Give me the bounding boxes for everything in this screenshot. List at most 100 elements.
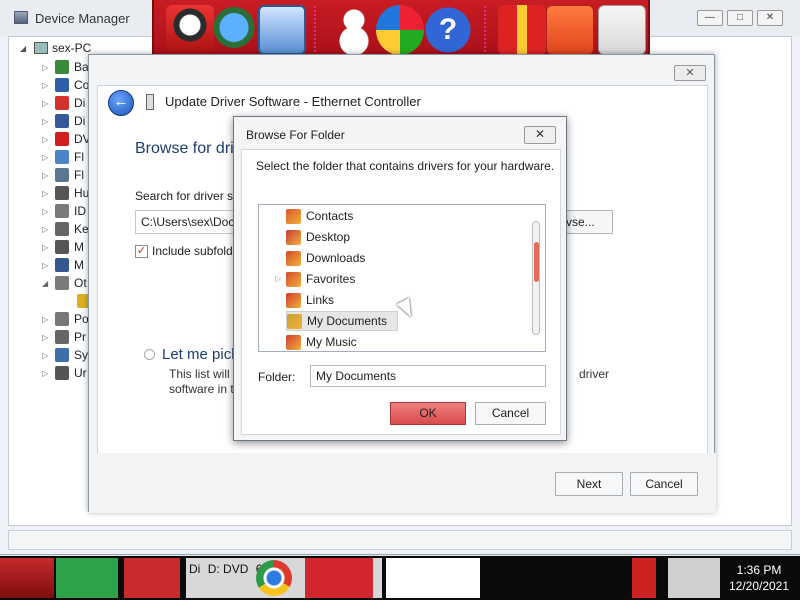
folder-tree-scrollbar[interactable]: [532, 221, 540, 335]
device-tree-item[interactable]: ▷ Fl: [42, 166, 84, 184]
snowman-icon[interactable]: [330, 5, 378, 55]
update-driver-close-button[interactable]: ✕: [674, 65, 706, 81]
device-tree-item[interactable]: ▷ DV: [42, 130, 91, 148]
chevron-right-icon[interactable]: ▷: [42, 171, 50, 180]
device-tree-item[interactable]: ▷ Ur: [42, 364, 87, 382]
internet-explorer-icon[interactable]: [56, 558, 118, 598]
device-tree-item-label: Ur: [74, 366, 87, 380]
browse-instruction: Select the folder that contains drivers …: [256, 159, 555, 173]
ok-button[interactable]: OK: [390, 402, 466, 425]
chevron-right-icon[interactable]: ▷: [42, 153, 50, 162]
chevron-right-icon[interactable]: ▷: [42, 99, 50, 108]
device-tree-item[interactable]: ▷ ID: [42, 202, 86, 220]
device-tree-item[interactable]: ▷ Po: [42, 310, 89, 328]
folder-tree-item[interactable]: ▷ Favorites: [275, 269, 355, 289]
tree-root-node[interactable]: ◢ sex-PC: [20, 40, 91, 56]
chevron-right-icon[interactable]: ▷: [42, 243, 50, 252]
device-tree-item[interactable]: ▷ Hu: [42, 184, 89, 202]
speaker-icon: [55, 60, 69, 74]
tray-flag-icon[interactable]: [632, 558, 656, 598]
cancel-button[interactable]: Cancel: [630, 472, 698, 496]
device-tree-item-label: Po: [74, 312, 89, 326]
system-clock[interactable]: 1:36 PM 12/20/2021: [724, 562, 794, 594]
folder-tree-item[interactable]: Desktop: [286, 227, 350, 247]
chevron-right-icon[interactable]: ▷: [42, 81, 50, 90]
scrollbar-thumb[interactable]: [534, 242, 539, 282]
let-me-pick-label[interactable]: Let me pick: [162, 346, 239, 363]
toolbox-icon[interactable]: [124, 558, 180, 598]
folder-input[interactable]: My Documents: [310, 365, 546, 387]
taskbar-blank-item[interactable]: [386, 558, 480, 598]
computer-icon: [55, 78, 69, 92]
device-tree-item[interactable]: ▷ Di: [42, 94, 85, 112]
device-tree-item-label: M: [74, 258, 84, 272]
device-tree-item-label: Ke: [74, 222, 89, 236]
minimize-button[interactable]: —: [697, 10, 723, 26]
chevron-right-icon[interactable]: ▷: [42, 333, 50, 342]
recycle-bin-icon[interactable]: [598, 5, 646, 55]
folder-tree-item[interactable]: Links: [286, 290, 334, 310]
chevron-right-icon[interactable]: ▷: [42, 135, 50, 144]
back-arrow-icon[interactable]: ←: [108, 90, 134, 116]
folder-tree-item[interactable]: My Documents: [286, 311, 399, 331]
device-tree-item[interactable]: ▷ Pr: [42, 328, 86, 346]
system-icon: [55, 348, 69, 362]
santa-computer-icon[interactable]: [166, 5, 214, 55]
tray-network-icon[interactable]: [668, 558, 720, 598]
include-subfolders-checkbox[interactable]: ✓ Include subfold: [135, 244, 233, 258]
help-icon[interactable]: ?: [424, 5, 472, 55]
processor-icon: [55, 330, 69, 344]
device-tree-item-label: Sy: [74, 348, 89, 362]
folder-tree-item-label: Desktop: [306, 230, 351, 244]
device-tree-item[interactable]: ◢ Ot: [42, 274, 87, 292]
chevron-right-icon[interactable]: ▷: [42, 351, 50, 360]
let-me-pick-option[interactable]: Let me pick: [144, 346, 239, 363]
device-tree-item[interactable]: ▷ Ke: [42, 220, 89, 238]
device-tree-item[interactable]: ▷ Co: [42, 76, 89, 94]
chevron-right-icon[interactable]: ▷: [42, 225, 50, 234]
device-tree-item[interactable]: ▷ M: [42, 238, 84, 256]
close-button[interactable]: ✕: [757, 10, 783, 26]
folder-tree-item[interactable]: Contacts: [286, 206, 353, 226]
folder-tree-item[interactable]: My Music: [286, 332, 357, 351]
folder-tree[interactable]: Contacts Desktop Downloads ▷ Favorites Links M…: [258, 204, 546, 352]
documents-folder-icon: [287, 313, 302, 329]
chevron-right-icon[interactable]: ▷: [42, 261, 50, 270]
chevron-down-icon[interactable]: ◢: [42, 279, 50, 288]
disc-icon: [55, 132, 69, 146]
chevron-right-icon[interactable]: ▷: [42, 189, 50, 198]
windows-logo-icon[interactable]: [376, 5, 424, 55]
radio-icon[interactable]: [144, 349, 155, 360]
next-button[interactable]: Next: [555, 472, 623, 496]
device-tree-item[interactable]: ▷ Sy: [42, 346, 88, 364]
folder-tree-item[interactable]: Downloads: [286, 248, 365, 268]
start-button[interactable]: [0, 558, 54, 598]
chevron-down-icon[interactable]: ◢: [20, 44, 30, 53]
device-tree-item-label: Di: [74, 114, 86, 128]
device-tree-item[interactable]: ▷ M: [42, 256, 84, 274]
chevron-right-icon[interactable]: ▷: [42, 315, 50, 324]
gift-icon[interactable]: [498, 5, 546, 55]
browse-for-folder-content: Select the folder that contains drivers …: [241, 149, 561, 435]
browse-for-folder-dialog: Browse For Folder ✕ Select the folder th…: [233, 116, 567, 441]
browse-close-button[interactable]: ✕: [524, 126, 556, 144]
globe-icon[interactable]: [210, 5, 258, 55]
device-manager-title: Device Manager: [35, 11, 130, 26]
device-tree-item[interactable]: ▷ Fl: [42, 148, 84, 166]
checkmark-icon[interactable]: ✓: [135, 244, 148, 258]
chrome-icon[interactable]: [256, 560, 292, 596]
browse-button[interactable]: vse...: [563, 210, 613, 234]
device-tree-item[interactable]: ▷ Ba: [42, 58, 89, 76]
device-tree-item-label: Fl: [74, 150, 84, 164]
chevron-right-icon[interactable]: ▷: [275, 274, 281, 283]
control-panel-icon[interactable]: [258, 5, 306, 55]
chevron-right-icon[interactable]: ▷: [42, 117, 50, 126]
folder-icon[interactable]: [546, 5, 594, 55]
browse-cancel-button[interactable]: Cancel: [475, 402, 546, 425]
chevron-right-icon[interactable]: ▷: [42, 207, 50, 216]
device-tree-item[interactable]: ▷ Di: [42, 112, 85, 130]
maximize-button[interactable]: □: [727, 10, 753, 26]
chevron-right-icon[interactable]: ▷: [42, 63, 50, 72]
toolbox-2-icon[interactable]: [305, 558, 373, 598]
chevron-right-icon[interactable]: ▷: [42, 369, 50, 378]
